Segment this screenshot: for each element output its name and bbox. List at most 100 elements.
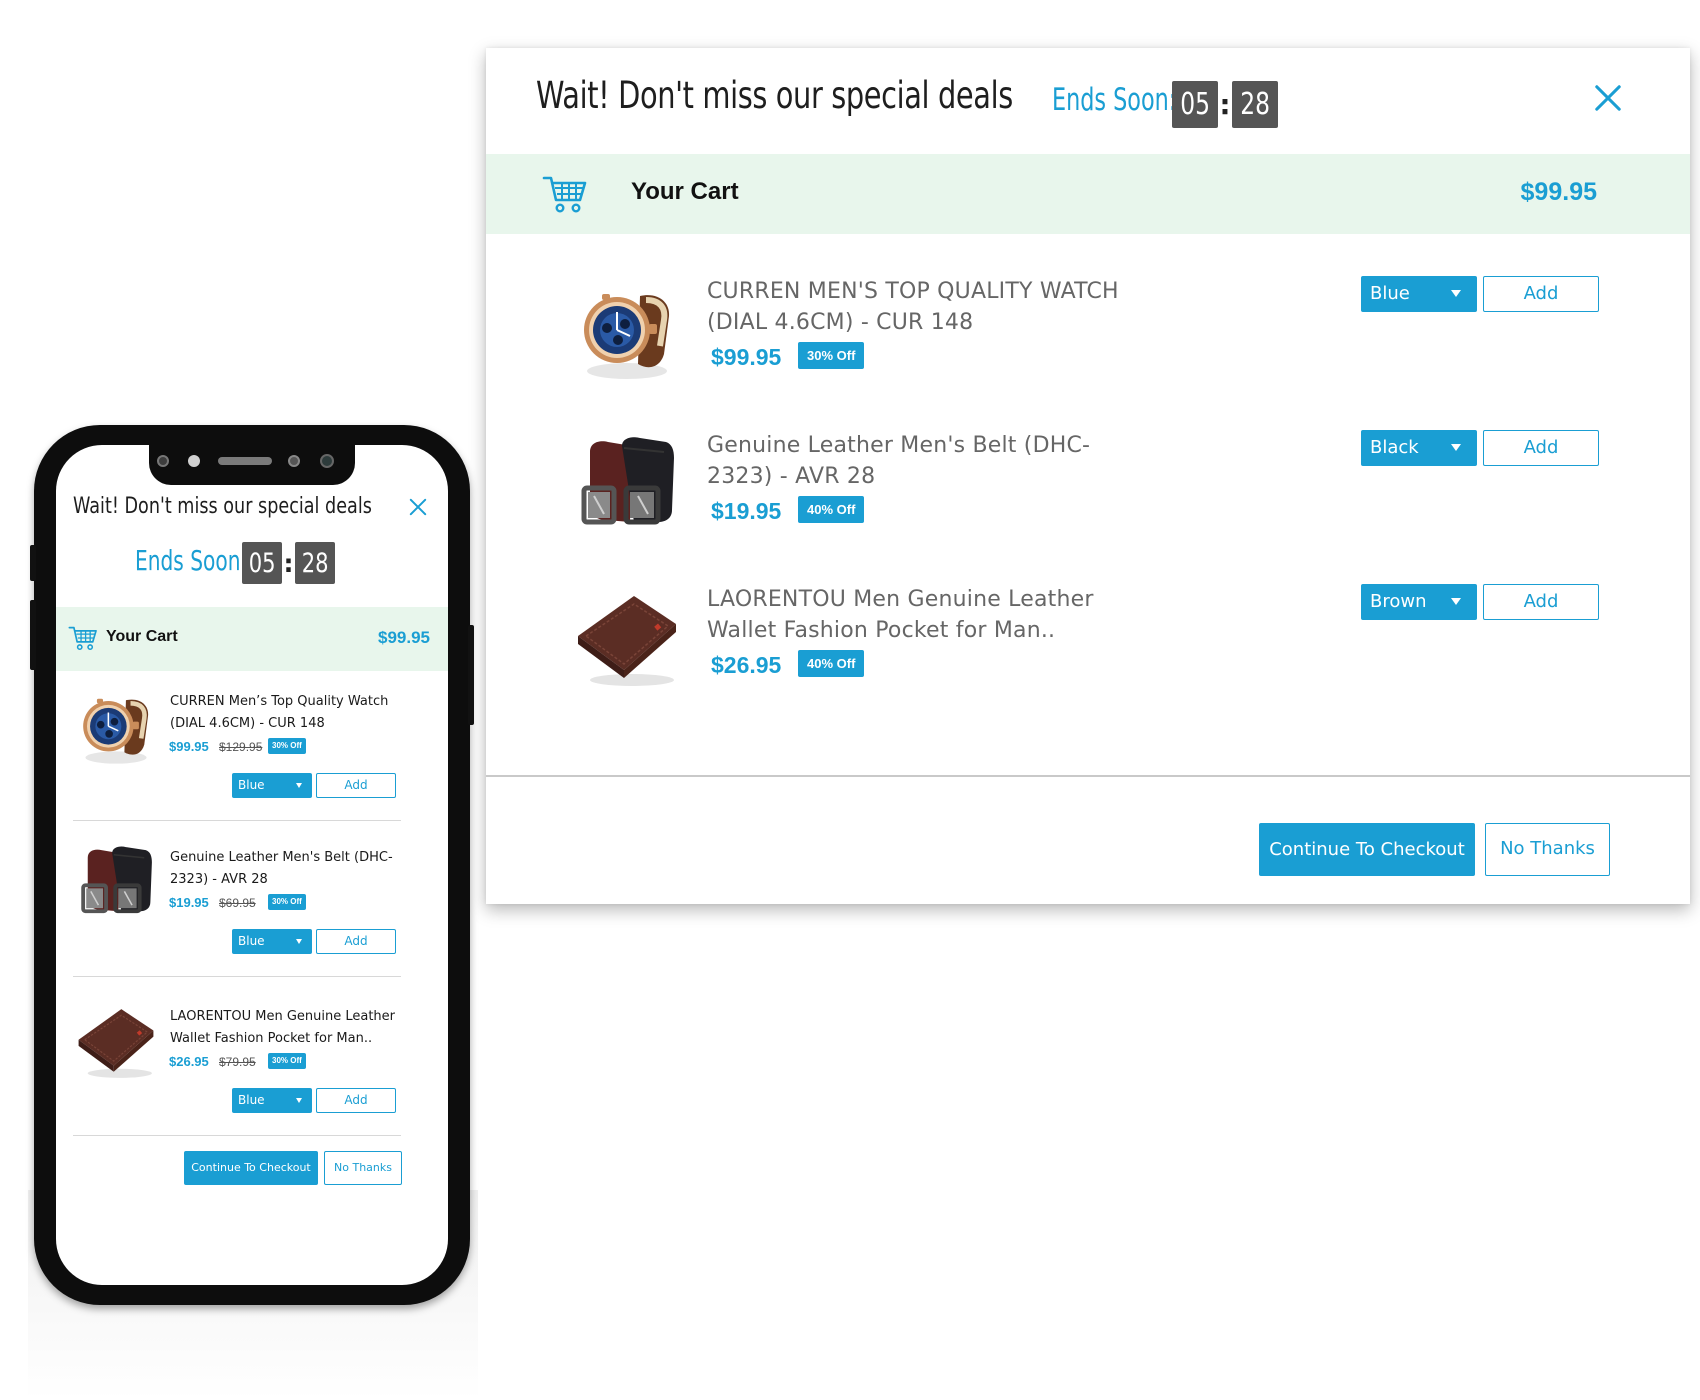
camera-icon <box>288 455 300 467</box>
option-select[interactable]: Blue <box>232 1088 312 1113</box>
add-button[interactable]: Add <box>316 773 396 798</box>
add-button[interactable]: Add <box>1483 430 1599 466</box>
option-select[interactable]: Blue <box>232 929 312 954</box>
add-button[interactable]: Add <box>1483 584 1599 620</box>
product-name: LAORENTOU Men Genuine Leather Wallet Fas… <box>707 587 1094 643</box>
product-price: $26.95 <box>169 1054 209 1069</box>
caret-down-icon <box>1451 290 1461 297</box>
ends-soon-label: Ends Soon: <box>135 544 248 577</box>
cart-label: Your Cart <box>106 628 178 645</box>
caret-down-icon <box>296 783 302 788</box>
cart-summary-bar: Your Cart $99.95 <box>56 607 448 671</box>
option-select[interactable]: Brown <box>1361 584 1477 620</box>
product-name: CURREN MEN'S TOP QUALITY WATCH (DIAL 4.6… <box>707 279 1119 335</box>
camera-icon <box>157 455 169 467</box>
list-item: Genuine Leather Men's Belt (DHC-2323) - … <box>56 827 448 997</box>
speaker-icon <box>218 457 272 465</box>
phone-frame: Wait! Don't miss our special deals Ends … <box>30 425 474 1305</box>
timer-seconds: 28 <box>1232 81 1278 128</box>
phone-side-button <box>468 625 474 725</box>
belt-image <box>572 430 682 540</box>
close-icon[interactable] <box>1594 84 1622 112</box>
product-name: CURREN Men’s Top Quality Watch (DIAL 4.6… <box>170 694 389 731</box>
divider <box>73 976 401 977</box>
wallet-image <box>74 1000 158 1084</box>
wallet-image <box>572 584 682 694</box>
product-price: $99.95 <box>169 739 209 754</box>
popup-header: Wait! Don't miss our special deals Ends … <box>486 48 1690 154</box>
countdown-timer: 05 : 28 <box>242 542 335 584</box>
add-button[interactable]: Add <box>1483 276 1599 312</box>
belt-image <box>74 841 158 925</box>
cart-total: $99.95 <box>378 628 430 647</box>
add-button[interactable]: Add <box>316 1088 396 1113</box>
option-value: Blue <box>238 778 265 792</box>
camera-icon <box>320 454 334 468</box>
discount-badge: 30% Off <box>268 894 306 910</box>
shopping-cart-icon <box>68 625 98 651</box>
option-select[interactable]: Blue <box>1361 276 1477 312</box>
continue-to-checkout-button[interactable]: Continue To Checkout <box>1259 823 1475 876</box>
caret-down-icon <box>296 939 302 944</box>
discount-badge: 30% Off <box>268 738 306 754</box>
desktop-popup: Wait! Don't miss our special deals Ends … <box>486 48 1690 904</box>
divider <box>73 820 401 821</box>
timer-minutes: 05 <box>1172 81 1218 128</box>
product-price: $26.95 <box>711 652 782 678</box>
cart-label: Your Cart <box>631 178 739 205</box>
product-name: LAORENTOU Men Genuine Leather Wallet Fas… <box>170 1009 396 1046</box>
discount-badge: 40% Off <box>798 650 865 677</box>
phone-notch <box>149 445 355 485</box>
option-value: Brown <box>1370 591 1427 612</box>
discount-badge: 30% Off <box>798 342 865 369</box>
ends-soon-label: Ends Soon: <box>1052 82 1177 118</box>
no-thanks-button[interactable]: No Thanks <box>324 1151 402 1185</box>
option-select[interactable]: Blue <box>232 773 312 798</box>
countdown-timer: 05 : 28 <box>1172 81 1278 128</box>
divider <box>73 1135 401 1136</box>
shopping-cart-icon <box>542 174 588 214</box>
no-thanks-button[interactable]: No Thanks <box>1485 823 1610 876</box>
product-name: Genuine Leather Men's Belt (DHC-2323) - … <box>170 850 393 887</box>
original-price: $129.95 <box>219 740 263 754</box>
caret-down-icon <box>1451 598 1461 605</box>
timer-minutes: 05 <box>242 542 282 584</box>
product-price: $19.95 <box>169 895 209 910</box>
list-item: LAORENTOU Men Genuine Leather Wallet Fas… <box>486 584 1690 724</box>
discount-badge: 30% Off <box>268 1053 306 1069</box>
continue-to-checkout-button[interactable]: Continue To Checkout <box>184 1151 318 1185</box>
mobile-popup: Wait! Don't miss our special deals Ends … <box>56 445 448 1285</box>
original-price: $79.95 <box>219 1055 256 1069</box>
watch-image <box>74 685 158 769</box>
sensor-icon <box>188 455 200 467</box>
divider <box>486 775 1690 777</box>
popup-title: Wait! Don't miss our special deals <box>73 494 372 519</box>
list-item: CURREN MEN'S TOP QUALITY WATCH (DIAL 4.6… <box>486 276 1690 416</box>
product-price: $99.95 <box>711 344 782 370</box>
discount-badge: 40% Off <box>798 496 865 523</box>
popup-title: Wait! Don't miss our special deals <box>536 74 1013 117</box>
cart-summary-bar: Your Cart $99.95 <box>486 154 1690 234</box>
phone-side-button <box>30 600 36 670</box>
list-item: LAORENTOU Men Genuine Leather Wallet Fas… <box>56 986 448 1156</box>
add-button[interactable]: Add <box>316 929 396 954</box>
option-value: Blue <box>238 934 265 948</box>
option-value: Blue <box>1370 283 1410 304</box>
product-price: $19.95 <box>711 498 782 524</box>
timer-colon: : <box>1219 88 1231 121</box>
watch-image <box>572 276 682 386</box>
option-select[interactable]: Black <box>1361 430 1477 466</box>
caret-down-icon <box>296 1098 302 1103</box>
cart-total: $99.95 <box>1520 178 1597 206</box>
option-value: Black <box>1370 437 1419 458</box>
timer-colon: : <box>283 548 294 578</box>
phone-side-button <box>30 545 36 581</box>
caret-down-icon <box>1451 444 1461 451</box>
list-item: Genuine Leather Men's Belt (DHC-2323) - … <box>486 430 1690 570</box>
option-value: Blue <box>238 1093 265 1107</box>
timer-seconds: 28 <box>295 542 335 584</box>
list-item: CURREN Men’s Top Quality Watch (DIAL 4.6… <box>56 671 448 841</box>
close-icon[interactable] <box>409 498 427 516</box>
original-price: $69.95 <box>219 896 256 910</box>
product-name: Genuine Leather Men's Belt (DHC-2323) - … <box>707 433 1091 489</box>
